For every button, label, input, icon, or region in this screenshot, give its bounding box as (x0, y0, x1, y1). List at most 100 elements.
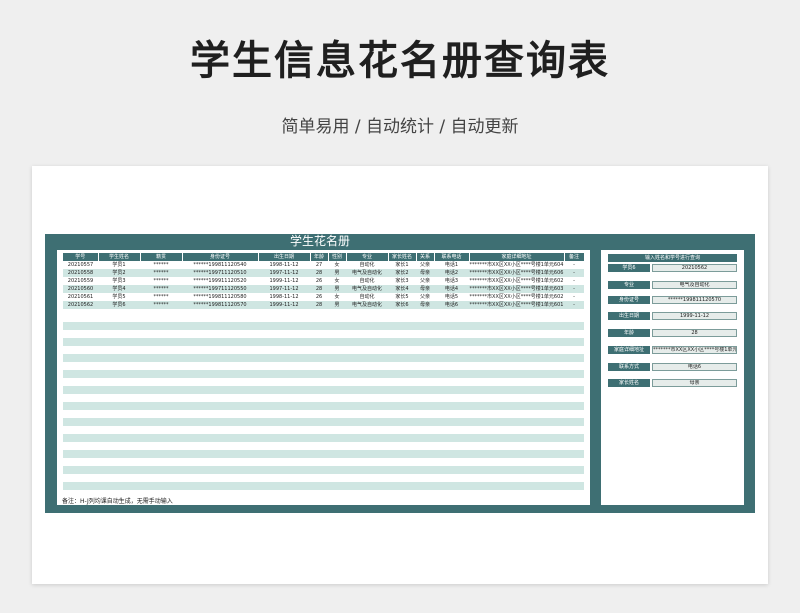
table-cell[interactable]: ****** (140, 277, 182, 285)
table-cell[interactable]: 家长3 (388, 277, 416, 285)
table-cell[interactable]: ******199911120520 (182, 277, 258, 285)
table-cell[interactable]: 电话4 (434, 285, 469, 293)
table-cell[interactable]: 20210559 (63, 277, 98, 285)
empty-row[interactable] (63, 354, 584, 362)
table-cell[interactable]: ****** (140, 293, 182, 301)
table-cell[interactable]: 学员4 (98, 285, 140, 293)
table-cell[interactable]: 男 (328, 285, 346, 293)
table-cell[interactable]: ****** (140, 301, 182, 309)
table-cell[interactable]: ******199811120570 (182, 301, 258, 309)
table-cell[interactable]: ******199811120540 (182, 261, 258, 269)
table-row: 20210561 学员5 ****** ******199811120580 1998-… (63, 293, 584, 301)
table-cell[interactable]: ******199711120550 (182, 285, 258, 293)
table-cell[interactable]: 1997-11-12 (258, 285, 310, 293)
table-cell[interactable]: ******199811120580 (182, 293, 258, 301)
table-cell[interactable]: 家长2 (388, 269, 416, 277)
table-cell[interactable]: 28 (310, 301, 328, 309)
table-cell[interactable]: 父亲 (416, 261, 434, 269)
table-cell[interactable]: - (564, 301, 584, 309)
table-cell[interactable]: 电话1 (434, 261, 469, 269)
table-cell[interactable]: 电气及自动化 (346, 301, 388, 309)
query-field-value[interactable]: 电气及自动化 (652, 281, 737, 289)
query-field-value[interactable]: 1999-11-12 (652, 312, 737, 320)
table-cell[interactable]: *******市XX区XX小区****号楼1单元603 (469, 285, 564, 293)
empty-row[interactable] (63, 386, 584, 394)
table-cell[interactable]: ****** (140, 269, 182, 277)
column-header: 家庭详细地址 (469, 253, 565, 261)
table-cell[interactable]: 20210562 (63, 301, 98, 309)
table-cell[interactable]: 20210558 (63, 269, 98, 277)
table-cell[interactable]: ****** (140, 261, 182, 269)
table-cell[interactable]: 学员6 (98, 301, 140, 309)
empty-row[interactable] (63, 402, 584, 410)
empty-row[interactable] (63, 434, 584, 442)
table-cell[interactable]: 1999-11-12 (258, 277, 310, 285)
empty-row[interactable] (63, 418, 584, 426)
table-cell[interactable]: 家长1 (388, 261, 416, 269)
empty-row[interactable] (63, 338, 584, 346)
table-cell[interactable]: 电气及自动化 (346, 269, 388, 277)
table-cell[interactable]: 1997-11-12 (258, 269, 310, 277)
table-cell[interactable]: 27 (310, 261, 328, 269)
table-cell[interactable]: 1999-11-12 (258, 301, 310, 309)
table-cell[interactable]: *******市XX区XX小区****号楼1单元606 (469, 269, 564, 277)
empty-row[interactable] (63, 466, 584, 474)
table-cell[interactable]: *******市XX区XX小区****号楼1单元604 (469, 261, 564, 269)
table-cell[interactable]: 自动化 (346, 277, 388, 285)
table-cell[interactable]: 学员3 (98, 277, 140, 285)
table-cell[interactable]: 男 (328, 301, 346, 309)
table-cell[interactable]: *******市XX区XX小区****号楼1单元602 (469, 277, 564, 285)
query-field-value[interactable]: 母亲 (652, 379, 737, 387)
table-cell[interactable]: 学员2 (98, 269, 140, 277)
table-cell[interactable]: 母亲 (416, 285, 434, 293)
table-cell[interactable]: 1998-11-12 (258, 261, 310, 269)
table-cell[interactable]: 28 (310, 285, 328, 293)
empty-row[interactable] (63, 482, 584, 490)
table-cell[interactable]: 26 (310, 293, 328, 301)
table-cell[interactable]: *******市XX区XX小区****号楼1单元602 (469, 293, 564, 301)
empty-row[interactable] (63, 322, 584, 330)
empty-row[interactable] (63, 450, 584, 458)
table-cell[interactable]: 女 (328, 277, 346, 285)
query-field-value[interactable]: ******199811120570 (652, 296, 737, 304)
table-cell[interactable]: 父亲 (416, 293, 434, 301)
table-cell[interactable]: 电话5 (434, 293, 469, 301)
empty-row[interactable] (63, 370, 584, 378)
table-cell[interactable]: ******199711120510 (182, 269, 258, 277)
table-cell[interactable]: 20210557 (63, 261, 98, 269)
query-field-value[interactable]: 电话6 (652, 363, 737, 371)
table-cell[interactable]: 20210561 (63, 293, 98, 301)
query-field-value[interactable]: *******市XX区XX小区****号楼1单元601 (652, 346, 737, 354)
table-cell[interactable]: 学员5 (98, 293, 140, 301)
table-cell[interactable]: 男 (328, 269, 346, 277)
table-cell[interactable]: 自动化 (346, 261, 388, 269)
table-cell[interactable]: 电话6 (434, 301, 469, 309)
table-cell[interactable]: - (564, 261, 584, 269)
table-cell[interactable]: 母亲 (416, 269, 434, 277)
table-cell[interactable]: 自动化 (346, 293, 388, 301)
table-cell[interactable]: 电话3 (434, 277, 469, 285)
table-cell[interactable]: 女 (328, 261, 346, 269)
footnote: 备注：H-J列均课自动生成，无需手动输入 (62, 498, 173, 505)
table-cell[interactable]: 20210560 (63, 285, 98, 293)
table-cell[interactable]: 1998-11-12 (258, 293, 310, 301)
table-cell[interactable]: 家长5 (388, 293, 416, 301)
query-field-value[interactable]: 20210562 (652, 264, 737, 272)
table-cell[interactable]: - (564, 269, 584, 277)
table-cell[interactable]: 家长6 (388, 301, 416, 309)
table-cell[interactable]: 母亲 (416, 301, 434, 309)
query-field-value[interactable]: 28 (652, 329, 737, 337)
table-cell[interactable]: 女 (328, 293, 346, 301)
table-cell[interactable]: 电气及自动化 (346, 285, 388, 293)
table-cell[interactable]: ****** (140, 285, 182, 293)
table-cell[interactable]: 28 (310, 269, 328, 277)
table-cell[interactable]: 家长4 (388, 285, 416, 293)
table-cell[interactable]: 26 (310, 277, 328, 285)
table-cell[interactable]: 父亲 (416, 277, 434, 285)
table-cell[interactable]: 学员1 (98, 261, 140, 269)
table-cell[interactable]: - (564, 285, 584, 293)
table-cell[interactable]: 电话2 (434, 269, 469, 277)
table-cell[interactable]: - (564, 293, 584, 301)
table-cell[interactable]: *******市XX区XX小区****号楼1单元601 (469, 301, 564, 309)
table-cell[interactable]: - (564, 277, 584, 285)
